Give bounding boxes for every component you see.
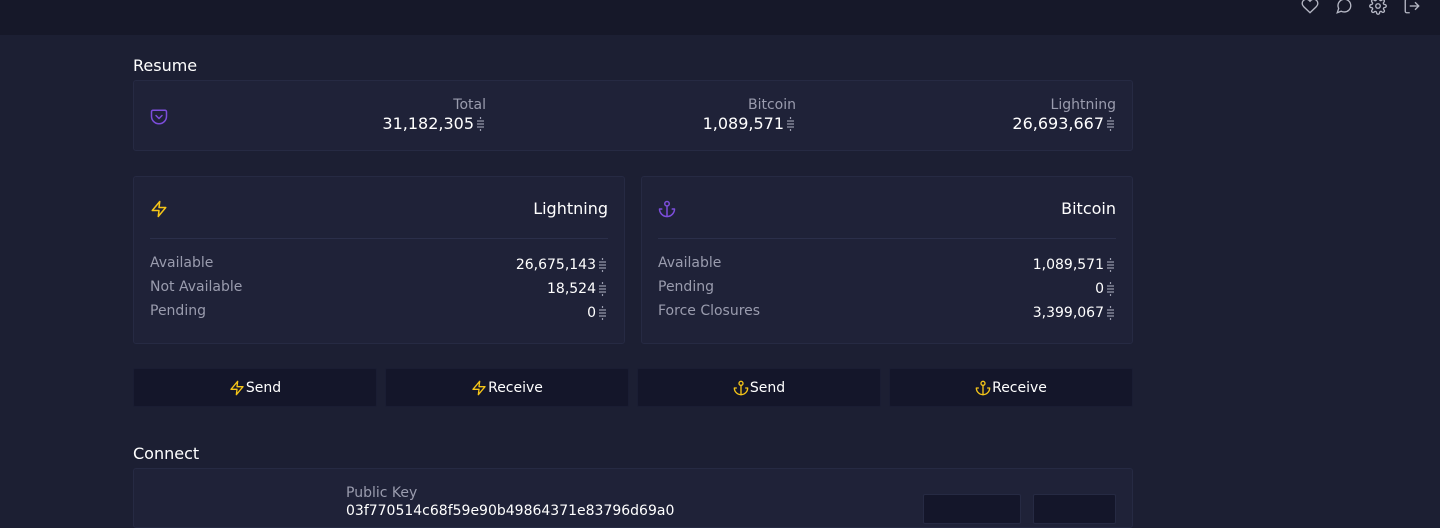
- top-bar-icons: [1300, 0, 1422, 16]
- resume-total-label: Total: [453, 97, 486, 113]
- pocket-icon: [150, 108, 168, 126]
- bitcoin-receive-label: Receive: [992, 379, 1047, 396]
- bitcoin-wallet-card: Bitcoin Available 1,089,571 Pending 0 Fo…: [641, 176, 1133, 344]
- row-value: 26,675,143: [516, 257, 608, 273]
- row-value: 0: [1095, 281, 1116, 297]
- row-label: Available: [658, 255, 722, 271]
- satoshi-icon: [597, 281, 608, 297]
- resume-title: Resume: [133, 56, 198, 75]
- divider: [658, 238, 1116, 239]
- bitcoin-wallet-title: Bitcoin: [1061, 199, 1116, 218]
- zap-icon: [230, 380, 244, 395]
- anchor-icon: [733, 380, 749, 395]
- resume-bitcoin: Bitcoin 1,089,571: [703, 97, 796, 134]
- row-value: 3,399,067: [1033, 305, 1116, 321]
- zap-icon: [150, 200, 168, 218]
- lightning-row-available: Available 26,675,143: [150, 255, 608, 279]
- row-amount: 1,089,571: [1032, 257, 1104, 273]
- bitcoin-receive-button[interactable]: Receive: [889, 368, 1133, 407]
- connect-title: Connect: [133, 444, 200, 463]
- lightning-send-button[interactable]: Send: [133, 368, 377, 407]
- row-amount: 26,675,143: [515, 257, 596, 273]
- resume-total-value: 31,182,305: [382, 114, 486, 134]
- row-value: 1,089,571: [1033, 257, 1116, 273]
- row-amount: 18,524: [547, 281, 596, 297]
- lightning-row-pending: Pending 0: [150, 303, 608, 327]
- lightning-wallet-title: Lightning: [533, 199, 608, 218]
- bitcoin-row-force-closures: Force Closures 3,399,067: [658, 303, 1116, 327]
- row-value: 0: [587, 305, 608, 321]
- top-bar: [0, 0, 1440, 35]
- resume-lightning-amount: 26,693,667: [1012, 114, 1104, 133]
- anchor-icon: [658, 200, 676, 218]
- satoshi-icon: [1105, 116, 1116, 132]
- resume-bitcoin-label: Bitcoin: [747, 97, 796, 113]
- row-amount: 0: [1095, 281, 1104, 297]
- heart-icon[interactable]: [1300, 0, 1320, 16]
- logout-icon[interactable]: [1402, 0, 1422, 16]
- resume-lightning: Lightning 26,693,667: [1012, 97, 1116, 134]
- resume-total: Total 31,182,305: [382, 97, 486, 134]
- resume-bitcoin-value: 1,089,571: [703, 114, 796, 134]
- gear-icon[interactable]: [1368, 0, 1388, 16]
- anchor-icon: [975, 380, 991, 395]
- qr-button[interactable]: [1033, 494, 1116, 524]
- resume-total-amount: 31,182,305: [382, 114, 474, 133]
- bitcoin-row-available: Available 1,089,571: [658, 255, 1116, 279]
- row-label: Not Available: [150, 279, 243, 295]
- satoshi-icon: [1105, 281, 1116, 297]
- lightning-receive-button[interactable]: Receive: [385, 368, 629, 407]
- divider: [150, 238, 608, 239]
- resume-lightning-label: Lightning: [1050, 97, 1116, 113]
- resume-card: Total 31,182,305 Bitcoin 1,089,571 Light…: [133, 80, 1133, 151]
- satoshi-icon: [1105, 257, 1116, 273]
- lightning-receive-label: Receive: [488, 379, 543, 396]
- lightning-send-label: Send: [245, 379, 282, 396]
- row-label: Pending: [658, 279, 714, 295]
- satoshi-icon: [1105, 305, 1116, 321]
- connect-card: Public Key 03f770514c68f59e90b49864371e8…: [133, 468, 1133, 528]
- zap-icon: [472, 380, 486, 395]
- public-key-label: Public Key: [346, 485, 418, 501]
- row-label: Force Closures: [658, 303, 761, 319]
- row-amount: 3,399,067: [1032, 305, 1104, 321]
- resume-bitcoin-amount: 1,089,571: [702, 114, 784, 133]
- satoshi-icon: [597, 257, 608, 273]
- satoshi-icon: [785, 116, 796, 132]
- chat-icon[interactable]: [1334, 0, 1354, 16]
- resume-lightning-value: 26,693,667: [1012, 114, 1116, 134]
- satoshi-icon: [597, 305, 608, 321]
- row-label: Available: [150, 255, 214, 271]
- row-amount: 0: [587, 305, 596, 321]
- bitcoin-row-pending: Pending 0: [658, 279, 1116, 303]
- row-value: 18,524: [547, 281, 608, 297]
- bitcoin-send-button[interactable]: Send: [637, 368, 881, 407]
- row-label: Pending: [150, 303, 206, 319]
- copy-button[interactable]: [923, 494, 1021, 524]
- lightning-row-not-available: Not Available 18,524: [150, 279, 608, 303]
- bitcoin-send-label: Send: [749, 379, 786, 396]
- satoshi-icon: [475, 116, 486, 132]
- lightning-wallet-card: Lightning Available 26,675,143 Not Avail…: [133, 176, 625, 344]
- public-key-value[interactable]: 03f770514c68f59e90b49864371e83796d69a0: [346, 503, 674, 519]
